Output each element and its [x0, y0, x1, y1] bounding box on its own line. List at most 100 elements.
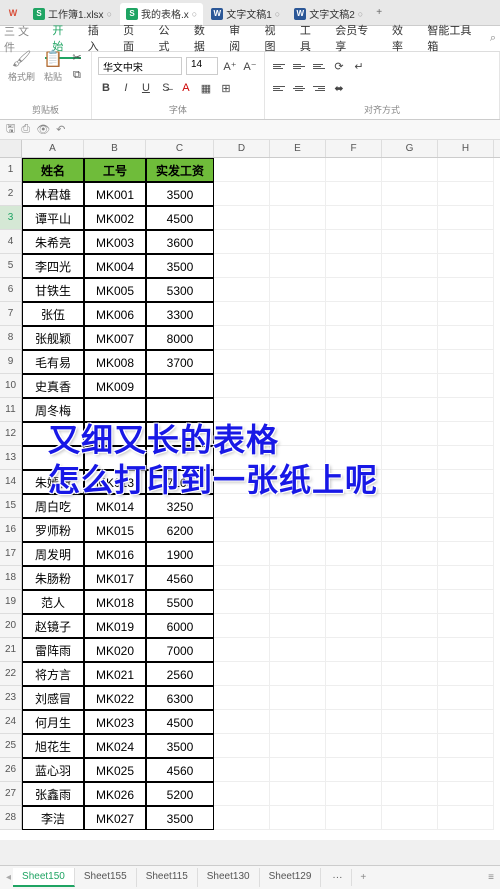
empty-cell[interactable] [270, 206, 326, 230]
empty-cell[interactable] [326, 614, 382, 638]
cell-id[interactable]: MK004 [84, 254, 146, 278]
empty-cell[interactable] [270, 230, 326, 254]
empty-cell[interactable] [326, 230, 382, 254]
cell-salary[interactable]: 5500 [146, 590, 214, 614]
cell-salary[interactable]: 4560 [146, 758, 214, 782]
cell-salary[interactable]: 3500 [146, 734, 214, 758]
row-header[interactable]: 8 [0, 326, 22, 350]
empty-cell[interactable] [382, 206, 438, 230]
empty-cell[interactable] [270, 662, 326, 686]
empty-cell[interactable] [382, 614, 438, 638]
cell-salary[interactable]: 2560 [146, 662, 214, 686]
column-header-B[interactable]: B [84, 140, 146, 157]
column-header-H[interactable]: H [438, 140, 494, 157]
cell-salary[interactable]: 1900 [146, 542, 214, 566]
empty-cell[interactable] [382, 542, 438, 566]
empty-cell[interactable] [326, 566, 382, 590]
border-button[interactable]: ⊞ [218, 80, 234, 96]
row-header[interactable]: 1 [0, 158, 22, 182]
cell-salary[interactable]: 4500 [146, 206, 214, 230]
empty-cell[interactable] [438, 806, 494, 830]
empty-cell[interactable] [326, 374, 382, 398]
empty-cell[interactable] [438, 614, 494, 638]
row-header[interactable]: 7 [0, 302, 22, 326]
empty-cell[interactable] [438, 686, 494, 710]
cell-name[interactable]: 李四光 [22, 254, 84, 278]
empty-cell[interactable] [382, 254, 438, 278]
align-left-icon[interactable] [271, 81, 287, 95]
empty-cell[interactable] [270, 350, 326, 374]
empty-cell[interactable] [326, 158, 382, 182]
empty-cell[interactable] [270, 782, 326, 806]
empty-cell[interactable] [214, 806, 270, 830]
column-header-E[interactable]: E [270, 140, 326, 157]
close-icon[interactable]: ○ [192, 9, 197, 19]
cell-salary[interactable]: 5300 [146, 278, 214, 302]
empty-cell[interactable] [382, 806, 438, 830]
cell-id[interactable]: MK007 [84, 326, 146, 350]
column-header-F[interactable]: F [326, 140, 382, 157]
cell-id[interactable]: MK001 [84, 182, 146, 206]
cell-id[interactable]: MK015 [84, 518, 146, 542]
sheet-more[interactable]: ··· [323, 869, 352, 886]
empty-cell[interactable] [326, 278, 382, 302]
empty-cell[interactable] [382, 590, 438, 614]
row-header[interactable]: 11 [0, 398, 22, 422]
empty-cell[interactable] [214, 302, 270, 326]
empty-cell[interactable] [270, 446, 326, 470]
align-top-icon[interactable] [271, 59, 287, 73]
empty-cell[interactable] [438, 326, 494, 350]
cell-id[interactable]: MK006 [84, 302, 146, 326]
empty-cell[interactable] [438, 590, 494, 614]
decrease-font-icon[interactable]: A⁻ [242, 58, 258, 74]
font-color-button[interactable]: A [178, 80, 194, 96]
cell-salary[interactable]: 6200 [146, 518, 214, 542]
empty-cell[interactable] [214, 278, 270, 302]
empty-cell[interactable] [214, 494, 270, 518]
cell-salary[interactable]: 5200 [146, 782, 214, 806]
empty-cell[interactable] [214, 206, 270, 230]
empty-cell[interactable] [326, 206, 382, 230]
empty-cell[interactable] [270, 278, 326, 302]
cell-salary[interactable]: 4560 [146, 566, 214, 590]
cell-salary[interactable] [146, 422, 214, 446]
empty-cell[interactable] [326, 734, 382, 758]
cell-salary[interactable]: 3500 [146, 806, 214, 830]
format-painter-button[interactable]: 🖌格式刷 [6, 47, 37, 85]
cell-id[interactable]: MK008 [84, 350, 146, 374]
cell-salary[interactable]: 6000 [146, 614, 214, 638]
empty-cell[interactable] [270, 806, 326, 830]
cell-name[interactable]: 谭平山 [22, 206, 84, 230]
cell-name[interactable]: 刘感冒 [22, 686, 84, 710]
cell-name[interactable] [22, 446, 84, 470]
close-icon[interactable]: ○ [107, 9, 112, 19]
italic-button[interactable]: I [118, 80, 134, 96]
row-header[interactable]: 18 [0, 566, 22, 590]
cell-salary[interactable]: 3700 [146, 350, 214, 374]
cell-name[interactable]: 李洁 [22, 806, 84, 830]
empty-cell[interactable] [326, 710, 382, 734]
cell-id[interactable]: MK002 [84, 206, 146, 230]
empty-cell[interactable] [382, 494, 438, 518]
row-header[interactable]: 12 [0, 422, 22, 446]
empty-cell[interactable] [214, 710, 270, 734]
close-icon[interactable]: ○ [275, 9, 280, 19]
empty-cell[interactable] [382, 470, 438, 494]
cell-salary[interactable] [146, 374, 214, 398]
paste-button[interactable]: 📋粘贴 [41, 47, 65, 85]
empty-cell[interactable] [214, 446, 270, 470]
cell-name[interactable]: 将方言 [22, 662, 84, 686]
new-tab-button[interactable]: + [370, 7, 388, 18]
column-header-C[interactable]: C [146, 140, 214, 157]
empty-cell[interactable] [270, 158, 326, 182]
cell-id[interactable]: MK021 [84, 662, 146, 686]
cell-salary[interactable]: 7000 [146, 638, 214, 662]
empty-cell[interactable] [214, 254, 270, 278]
cell-id[interactable] [84, 446, 146, 470]
empty-cell[interactable] [438, 638, 494, 662]
wrap-text-icon[interactable]: ↵ [351, 58, 367, 74]
empty-cell[interactable] [214, 734, 270, 758]
empty-cell[interactable] [382, 734, 438, 758]
empty-cell[interactable] [214, 470, 270, 494]
empty-cell[interactable] [214, 614, 270, 638]
